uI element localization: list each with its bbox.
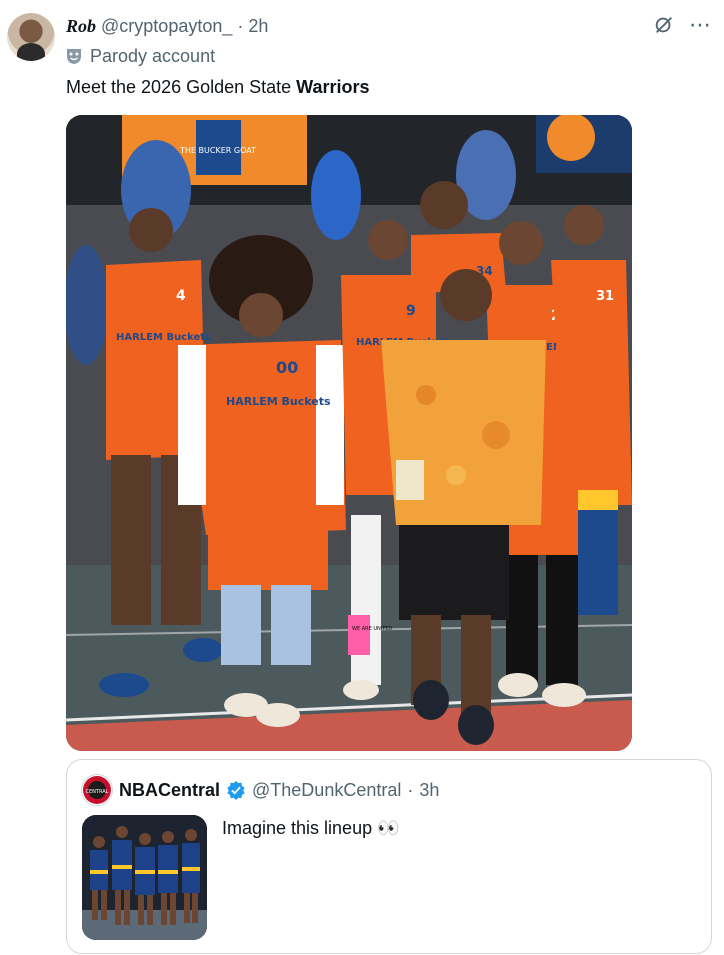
quoted-post[interactable]: CENTRAL NBACentral @TheDunkCentral · 3h: [66, 759, 712, 954]
quoted-display-name[interactable]: NBACentral: [119, 778, 220, 802]
jersey-number-00: 00: [276, 358, 298, 377]
author-avatar[interactable]: [7, 13, 55, 61]
jersey-number-9: 9: [406, 303, 416, 319]
photo-illustration: THE BUCKER GOAT 4 HARLEM Buckets 00 HARL…: [66, 115, 632, 751]
quoted-separator: ·: [407, 780, 414, 800]
quoted-post-header: NBACentral @TheDunkCentral · 3h: [119, 778, 439, 802]
more-icon[interactable]: ⋯: [689, 14, 712, 36]
verified-badge-icon: [227, 780, 245, 800]
sock-text: WE ARE UNITED: [352, 626, 392, 632]
parody-mask-icon: [67, 49, 81, 64]
post-text-bold: Warriors: [296, 77, 370, 97]
parody-label-row: Parody account: [66, 44, 215, 68]
header-separator: ·: [237, 16, 244, 36]
post-time[interactable]: 2h: [248, 16, 268, 36]
quoted-time[interactable]: 3h: [419, 778, 439, 802]
quoted-post-text: Imagine this lineup 👀: [222, 818, 400, 838]
quoted-avatar-text: CENTRAL: [86, 789, 109, 795]
jersey-number-4: 4: [176, 288, 186, 304]
quoted-handle[interactable]: @TheDunkCentral: [252, 778, 401, 802]
quoted-author-avatar[interactable]: CENTRAL: [81, 774, 113, 806]
jersey-number-31: 31: [596, 289, 614, 304]
post-text: Meet the 2026 Golden State Warriors: [66, 75, 370, 99]
grok-icon[interactable]: [653, 14, 675, 36]
quoted-media-thumbnail[interactable]: [82, 815, 207, 940]
author-handle[interactable]: @cryptopayton_: [101, 16, 232, 36]
parody-label: Parody account: [90, 46, 216, 66]
post-header: Rob @cryptopayton_ · 2h: [66, 14, 268, 38]
post-top-actions: ⋯: [653, 14, 712, 36]
post-text-prefix: Meet the 2026 Golden State: [66, 77, 297, 97]
jersey-team-center: HARLEM Buckets: [226, 395, 331, 408]
photo-sign-text: THE BUCKER GOAT: [179, 146, 256, 155]
author-display-name[interactable]: Rob: [66, 16, 96, 36]
post-photo[interactable]: THE BUCKER GOAT 4 HARLEM Buckets 00 HARL…: [66, 115, 632, 751]
jersey-team-left: HARLEM Buckets: [116, 332, 211, 343]
